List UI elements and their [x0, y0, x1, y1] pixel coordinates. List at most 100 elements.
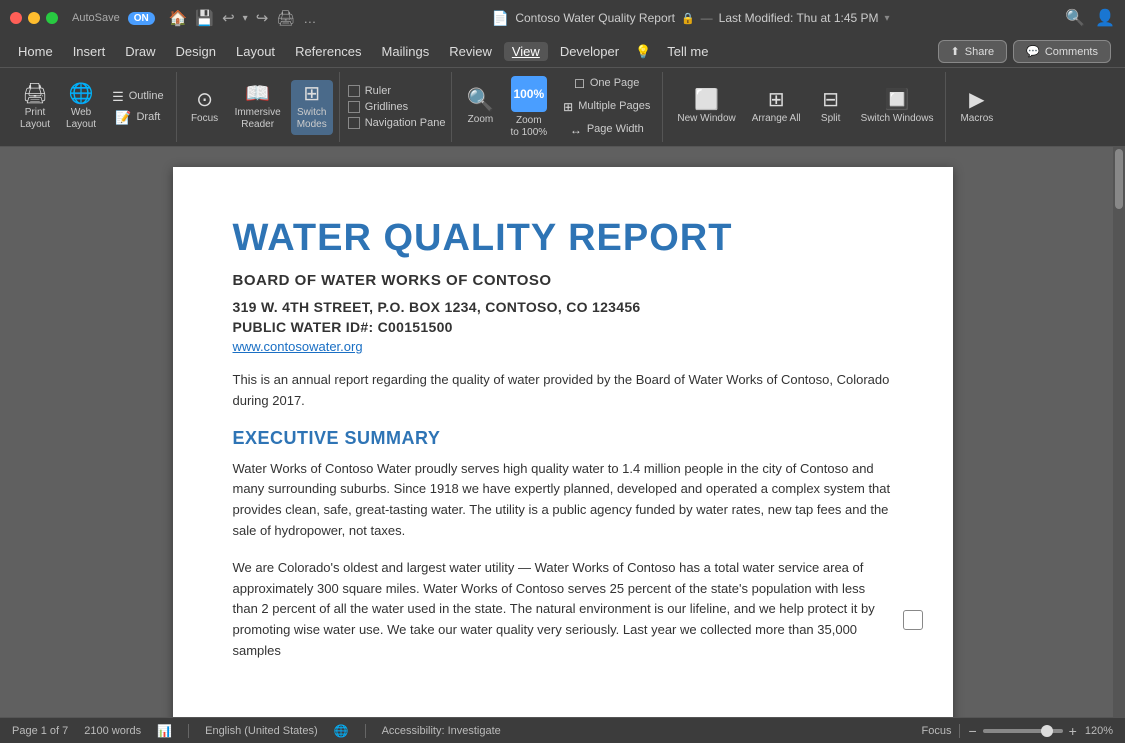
pages-col: ☐ One Page ⊞ Multiple Pages ↔ Page Width: [557, 74, 656, 140]
print-layout-button[interactable]: 🖨 PrintLayout: [14, 80, 56, 135]
focus-group: ⊙ Focus 📖 ImmersiveReader ⊞ SwitchModes: [179, 72, 340, 142]
split-label: Split: [821, 113, 840, 125]
gridlines-label: Gridlines: [365, 101, 408, 113]
comments-button[interactable]: 💬 Comments: [1013, 40, 1111, 63]
immersive-reader-label: ImmersiveReader: [235, 107, 281, 131]
navigation-pane-checkbox-box[interactable]: [348, 117, 360, 129]
section1-para2: We are Colorado's oldest and largest wat…: [233, 558, 893, 662]
zoom-plus-button[interactable]: +: [1069, 723, 1077, 739]
switch-modes-label: SwitchModes: [297, 107, 327, 131]
undo-dropdown-icon[interactable]: ▾: [243, 13, 248, 24]
focus-icon: ⊙: [196, 90, 213, 110]
outline-icon: ☰: [112, 90, 124, 103]
search-icon[interactable]: 🔍: [1065, 8, 1085, 28]
more-icon[interactable]: …: [303, 11, 316, 26]
arrange-all-button[interactable]: ⊞ Arrange All: [746, 86, 807, 129]
zoom-button[interactable]: 🔍 Zoom: [460, 85, 500, 130]
menu-design[interactable]: Design: [168, 42, 224, 61]
document-address2: PUBLIC WATER ID#: C00151500: [233, 319, 893, 335]
menu-home[interactable]: Home: [10, 42, 61, 61]
scrollbar-thumb[interactable]: [1115, 149, 1123, 209]
menu-bar: Home Insert Draw Design Layout Reference…: [0, 36, 1125, 68]
accessibility[interactable]: Accessibility: Investigate: [382, 725, 501, 737]
immersive-reader-button[interactable]: 📖 ImmersiveReader: [229, 80, 287, 135]
status-divider3: [959, 724, 960, 738]
language-icon: 🌐: [334, 724, 349, 738]
switch-windows-icon: 🔲: [885, 90, 910, 110]
print-layout-icon: 🖨: [22, 84, 47, 104]
modified-dropdown[interactable]: ▾: [885, 13, 890, 24]
zoom-100-button[interactable]: 100% Zoomto 100%: [504, 72, 553, 143]
focus-label[interactable]: Focus: [922, 725, 952, 737]
navigation-pane-checkbox[interactable]: Navigation Pane: [348, 117, 446, 129]
fullscreen-button[interactable]: [46, 12, 58, 24]
switch-modes-icon: ⊞: [303, 84, 320, 104]
focus-label: Focus: [191, 113, 218, 125]
zoom-minus-button[interactable]: −: [968, 723, 976, 739]
undo-icon[interactable]: ↩: [222, 9, 235, 27]
show-group: Ruler Gridlines Navigation Pane: [342, 72, 453, 142]
doc-title: Contoso Water Quality Report: [515, 11, 675, 25]
macros-icon: ▶: [969, 90, 984, 110]
modified-label: Last Modified: Thu at 1:45 PM: [719, 11, 879, 25]
new-window-button[interactable]: ⬜ New Window: [671, 86, 741, 129]
home-icon[interactable]: 🏠: [169, 9, 188, 27]
save-icon[interactable]: 💾: [195, 9, 214, 27]
immersive-reader-icon: 📖: [245, 84, 270, 104]
menu-tell-me[interactable]: Tell me: [659, 42, 716, 61]
share-button[interactable]: ⬆ Share: [938, 40, 1008, 63]
menu-mailings[interactable]: Mailings: [374, 42, 438, 61]
gridlines-checkbox[interactable]: Gridlines: [348, 101, 446, 113]
outline-draft-col: ☰ Outline 📝 Draft: [106, 87, 170, 127]
redo-icon[interactable]: ↪: [256, 9, 269, 27]
one-page-label: One Page: [590, 77, 640, 90]
zoom-slider-thumb[interactable]: [1041, 725, 1053, 737]
document-area: WATER QUALITY REPORT BOARD OF WATER WORK…: [0, 147, 1125, 717]
lock-icon: 🔒: [681, 12, 695, 25]
section1-para2-wrapper: We are Colorado's oldest and largest wat…: [233, 558, 893, 662]
page-info: Page 1 of 7: [12, 725, 68, 737]
focus-button[interactable]: ⊙ Focus: [185, 86, 225, 129]
word-count-icon[interactable]: 📊: [157, 724, 172, 738]
macros-button[interactable]: ▶ Macros: [954, 86, 999, 129]
menu-review[interactable]: Review: [441, 42, 500, 61]
titlebar: AutoSave ON 🏠 💾 ↩ ▾ ↪ 🖨 … 📄 Contoso Wate…: [0, 0, 1125, 36]
ruler-checkbox[interactable]: Ruler: [348, 85, 446, 97]
comment-bubble[interactable]: [903, 610, 923, 630]
split-icon: ⊟: [822, 90, 839, 110]
zoom-100-label: Zoomto 100%: [510, 115, 547, 139]
ruler-checkbox-box[interactable]: [348, 85, 360, 97]
page-width-label: Page Width: [587, 123, 644, 136]
switch-modes-button[interactable]: ⊞ SwitchModes: [291, 80, 333, 135]
print-icon[interactable]: 🖨: [276, 9, 295, 27]
menu-references[interactable]: References: [287, 42, 369, 61]
user-icon[interactable]: 👤: [1095, 8, 1115, 28]
page-width-button[interactable]: ↔ Page Width: [557, 120, 656, 140]
menu-layout[interactable]: Layout: [228, 42, 283, 61]
zoom-slider-track[interactable]: [983, 729, 1063, 733]
share-icon: ⬆: [951, 45, 960, 58]
multiple-pages-label: Multiple Pages: [578, 100, 650, 113]
gridlines-checkbox-box[interactable]: [348, 101, 360, 113]
menu-developer[interactable]: Developer: [552, 42, 627, 61]
outline-button[interactable]: ☰ Outline: [106, 87, 170, 106]
menu-view[interactable]: View: [504, 42, 548, 61]
menu-draw[interactable]: Draw: [117, 42, 163, 61]
close-button[interactable]: [10, 12, 22, 24]
one-page-button[interactable]: ☐ One Page: [557, 74, 656, 94]
scrollbar-track[interactable]: [1113, 147, 1125, 717]
web-layout-icon: 🌐: [69, 84, 94, 104]
multiple-pages-icon: ⊞: [563, 100, 573, 114]
document-link[interactable]: www.contosowater.org: [233, 339, 893, 354]
menu-insert[interactable]: Insert: [65, 42, 114, 61]
draft-button[interactable]: 📝 Draft: [106, 108, 170, 127]
traffic-lights: [10, 12, 58, 24]
web-layout-button[interactable]: 🌐 WebLayout: [60, 80, 102, 135]
split-button[interactable]: ⊟ Split: [811, 86, 851, 129]
switch-windows-button[interactable]: 🔲 Switch Windows: [855, 86, 940, 129]
comments-label: Comments: [1045, 46, 1098, 58]
autosave-toggle[interactable]: ON: [128, 12, 155, 25]
minimize-button[interactable]: [28, 12, 40, 24]
multiple-pages-button[interactable]: ⊞ Multiple Pages: [557, 97, 656, 117]
statusbar: Page 1 of 7 2100 words 📊 English (United…: [0, 717, 1125, 743]
